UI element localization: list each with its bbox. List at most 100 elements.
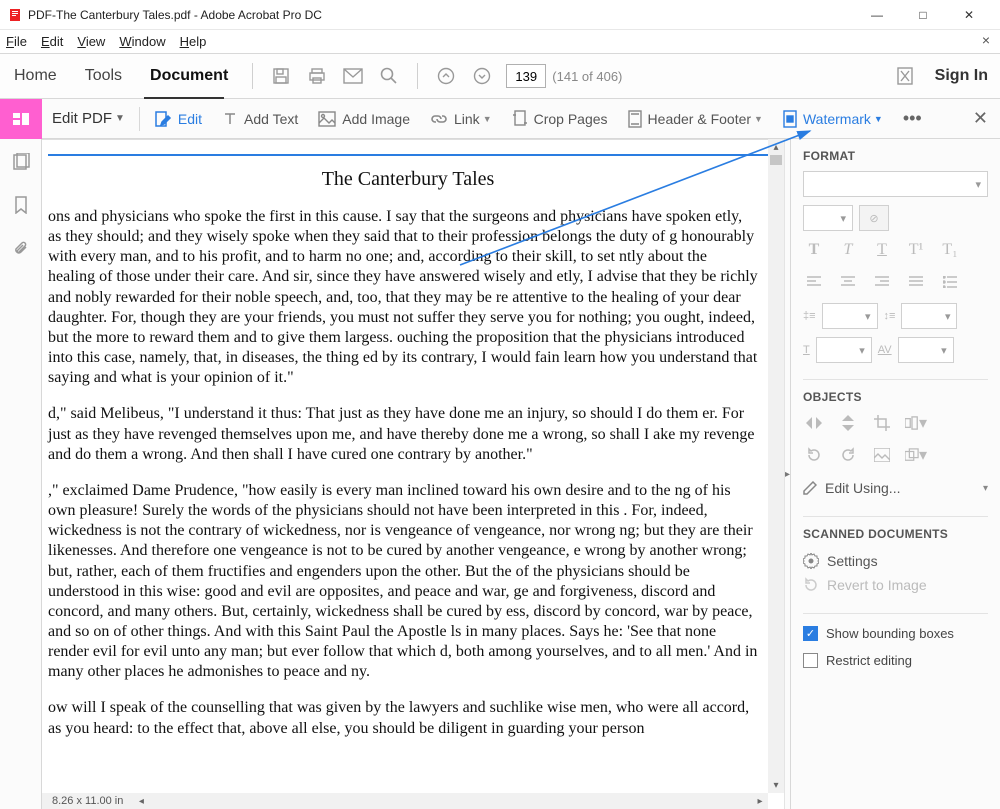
align-row (803, 271, 988, 293)
flip-v-icon[interactable] (837, 412, 859, 434)
menu-view[interactable]: View (77, 34, 105, 49)
arrange-icon[interactable]: ▾ (905, 444, 927, 466)
font-color-button[interactable]: ⊘ (859, 205, 889, 231)
page-size-label: 8.26 x 11.00 in (42, 795, 133, 807)
crop-pages-button[interactable]: Crop Pages (502, 99, 618, 138)
document-close-icon[interactable]: × (982, 32, 990, 48)
checkbox-unchecked-icon (803, 653, 818, 668)
search-icon[interactable] (374, 61, 404, 91)
format-section: FORMAT ▾ ▾ ⊘ T T T T¹ T₁ ‡≡ (803, 149, 988, 363)
add-image-button[interactable]: Add Image (308, 99, 420, 138)
tab-document[interactable]: Document (136, 54, 242, 98)
subscript-icon[interactable]: T₁ (939, 239, 961, 261)
watermark-button[interactable]: Watermark▼ (773, 99, 893, 138)
font-size-select[interactable]: ▾ (803, 205, 853, 231)
list-icon[interactable] (939, 271, 961, 293)
menu-file[interactable]: File (6, 34, 27, 49)
more-tools-icon[interactable]: ••• (893, 108, 932, 129)
page-number-input[interactable] (506, 64, 546, 88)
justify-icon[interactable] (905, 271, 927, 293)
toolbar-divider (417, 63, 418, 89)
scroll-down-icon[interactable]: ▾ (768, 777, 784, 793)
underline-icon[interactable]: T (871, 239, 893, 261)
menu-window[interactable]: Window (119, 34, 165, 49)
main-content: The Canterbury Tales ons and physicians … (0, 139, 1000, 809)
minimize-button[interactable]: — (854, 0, 900, 30)
replace-image-icon[interactable] (871, 444, 893, 466)
char-spacing-select[interactable]: ▾ (898, 337, 954, 363)
scroll-thumb[interactable] (770, 155, 782, 165)
align-left-icon[interactable] (803, 271, 825, 293)
add-image-label: Add Image (342, 111, 410, 127)
print-icon[interactable] (302, 61, 332, 91)
separator (139, 107, 140, 131)
close-edit-icon[interactable]: ✕ (973, 108, 988, 129)
edit-pdf-dropdown[interactable]: Edit PDF▼ (42, 99, 135, 138)
superscript-icon[interactable]: T¹ (905, 239, 927, 261)
italic-icon[interactable]: T (837, 239, 859, 261)
crop-label: Crop Pages (534, 111, 608, 127)
window-controls: — □ ✕ (854, 0, 992, 30)
scroll-right-icon[interactable]: ▸ (752, 796, 768, 807)
document-title: The Canterbury Tales (48, 160, 768, 207)
tools-panel-icon[interactable] (0, 99, 42, 139)
bold-icon[interactable]: T (803, 239, 825, 261)
vertical-scrollbar[interactable]: ▴ ▾ (768, 139, 784, 793)
para-spacing-select[interactable]: ▾ (901, 303, 957, 329)
bookmark-icon[interactable] (14, 196, 28, 219)
link-button[interactable]: Link▼ (420, 99, 502, 138)
revert-to-image-button[interactable]: Revert to Image (803, 573, 988, 597)
main-toolbar: Home Tools Document (141 of 406) Sign In (0, 53, 1000, 99)
toolbar-divider (252, 63, 253, 89)
mail-icon[interactable] (338, 61, 368, 91)
restrict-editing-checkbox[interactable]: Restrict editing (803, 653, 988, 668)
acrobat-icon (8, 8, 22, 22)
font-family-select[interactable]: ▾ (803, 171, 988, 197)
menu-help[interactable]: Help (180, 34, 207, 49)
scroll-left-icon[interactable]: ◂ (133, 796, 149, 807)
header-footer-button[interactable]: Header & Footer▼ (618, 99, 773, 138)
header-footer-label: Header & Footer (648, 111, 752, 127)
edit-using-dropdown[interactable]: Edit Using... ▾ (803, 476, 988, 500)
thumbnails-icon[interactable] (12, 153, 30, 176)
document-viewport[interactable]: The Canterbury Tales ons and physicians … (42, 139, 784, 809)
align-objects-icon[interactable]: ▾ (905, 412, 927, 434)
watermark-label: Watermark (803, 111, 871, 127)
rotate-ccw-icon[interactable] (803, 444, 825, 466)
tab-tools[interactable]: Tools (71, 54, 136, 98)
align-center-icon[interactable] (837, 271, 859, 293)
sign-in-link[interactable]: Sign In (935, 67, 988, 85)
document-paragraph: ," exclaimed Dame Prudence, "how easily … (48, 481, 768, 683)
edit-pdf-label: Edit PDF (52, 110, 112, 127)
link-label: Link (454, 111, 480, 127)
menu-edit[interactable]: Edit (41, 34, 63, 49)
save-icon[interactable] (266, 61, 296, 91)
edit-label: Edit (178, 111, 202, 127)
horizontal-scrollbar[interactable]: 8.26 x 11.00 in ◂ ▸ (42, 793, 768, 809)
line-spacing-select[interactable]: ▾ (822, 303, 878, 329)
document-paragraph: ons and physicians who spoke the first i… (48, 207, 768, 388)
settings-button[interactable]: Settings (803, 549, 988, 573)
flip-h-icon[interactable] (803, 412, 825, 434)
page-down-icon[interactable] (467, 61, 497, 91)
close-panel-icon[interactable] (890, 61, 920, 91)
edit-button[interactable]: Edit (144, 99, 212, 138)
add-text-button[interactable]: Add Text (212, 99, 308, 138)
page-up-icon[interactable] (431, 61, 461, 91)
attachment-icon[interactable] (13, 239, 29, 262)
edit-toolbar: Edit PDF▼ Edit Add Text Add Image Link▼ … (0, 99, 1000, 139)
revert-label: Revert to Image (827, 577, 927, 593)
section-title-format: FORMAT (803, 149, 988, 163)
tab-home[interactable]: Home (0, 54, 71, 98)
close-button[interactable]: ✕ (946, 0, 992, 30)
align-right-icon[interactable] (871, 271, 893, 293)
page-count-label: (141 of 406) (552, 69, 622, 84)
rotate-cw-icon[interactable] (837, 444, 859, 466)
scroll-up-icon[interactable]: ▴ (768, 139, 784, 155)
crop-icon[interactable] (871, 412, 893, 434)
hscale-select[interactable]: ▾ (816, 337, 872, 363)
checkbox-checked-icon: ✓ (803, 626, 818, 641)
document-page: The Canterbury Tales ons and physicians … (42, 139, 768, 793)
show-bounding-boxes-checkbox[interactable]: ✓ Show bounding boxes (803, 626, 988, 641)
maximize-button[interactable]: □ (900, 0, 946, 30)
